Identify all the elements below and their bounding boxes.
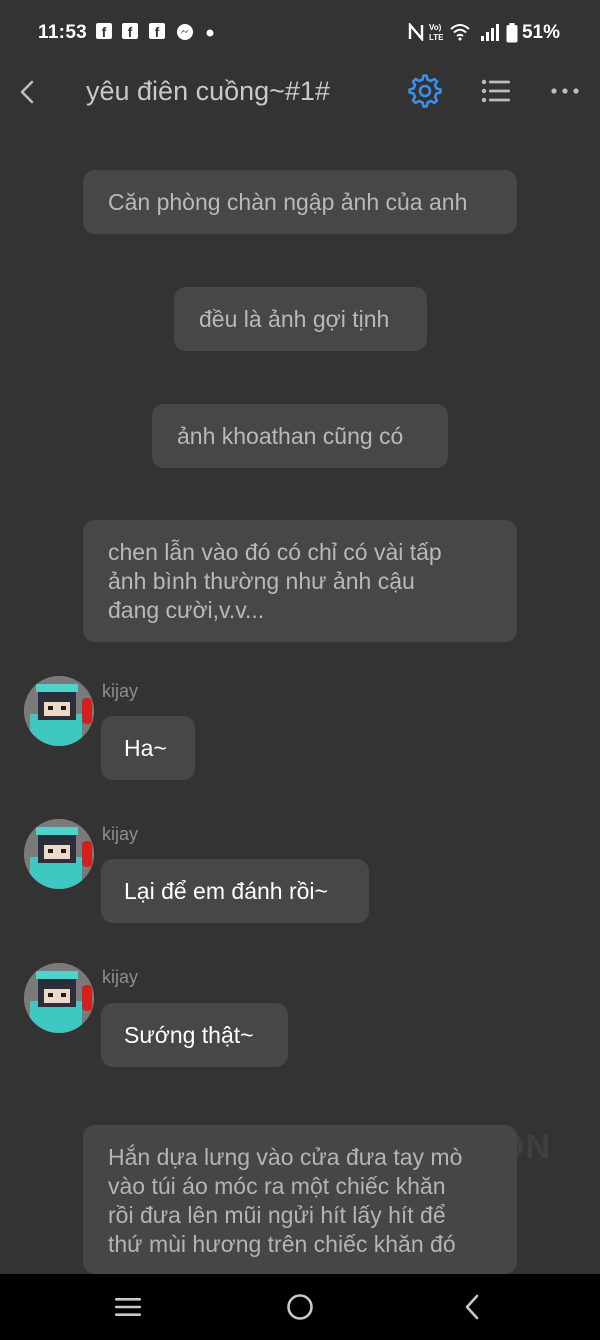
narration-text: ảnh khoathan cũng có: [177, 423, 404, 449]
home-icon[interactable]: [283, 1292, 317, 1322]
narration-line: rồi đưa lên mũi ngửi hít lấy hít để: [108, 1202, 446, 1228]
narration-line: đang cười,v.v...: [108, 597, 265, 623]
narration-bubble[interactable]: Hắn dựa lưng vào cửa đưa tay mò vào túi …: [83, 1125, 517, 1274]
facebook-icon: f: [122, 23, 138, 39]
chat-header: yêu điên cuồng~#1#: [0, 66, 600, 122]
message-text: Sướng thật~: [124, 1022, 254, 1048]
more-options-icon[interactable]: [548, 76, 582, 106]
avatar-image: [24, 819, 94, 889]
narration-line: ảnh bình thường như ảnh cậu: [108, 568, 415, 594]
facebook-icon: f: [149, 23, 165, 39]
signal-icon: [481, 24, 499, 41]
avatar[interactable]: [24, 676, 94, 746]
facebook-icon: f: [96, 23, 112, 39]
status-bar: 11:53 f f f Vo) LTE 51%: [0, 0, 600, 66]
narration-bubble[interactable]: ảnh khoathan cũng có: [152, 404, 448, 468]
battery-percent: 51%: [521, 22, 560, 43]
battery-icon: [506, 23, 518, 43]
avatar[interactable]: [24, 819, 94, 889]
message-text: Lại để em đánh rồi~: [124, 878, 328, 904]
status-time: 11:53: [38, 22, 88, 43]
gear-icon[interactable]: [408, 74, 442, 108]
sender-name: kijay: [102, 681, 139, 701]
message-bubble[interactable]: Ha~: [101, 716, 195, 780]
narration-bubble[interactable]: Căn phòng chàn ngập ảnh của anh: [83, 170, 517, 234]
recent-apps-icon[interactable]: [111, 1292, 145, 1322]
narration-text: Căn phòng chàn ngập ảnh của anh: [108, 189, 468, 215]
narration-bubble[interactable]: đều là ảnh gợi tịnh: [174, 287, 427, 351]
message-text: Ha~: [124, 735, 167, 761]
chat-title: yêu điên cuồng~#1#: [86, 76, 330, 106]
narration-line: vào túi áo móc ra một chiếc khăn: [108, 1173, 446, 1199]
svg-text:Vo): Vo): [429, 23, 442, 32]
svg-text:LTE: LTE: [429, 33, 444, 42]
message-bubble[interactable]: Lại để em đánh rồi~: [101, 859, 369, 923]
wifi-icon: [450, 24, 470, 41]
narration-line: chen lẫn vào đó có chỉ có vài tấp: [108, 539, 442, 565]
avatar[interactable]: [24, 963, 94, 1033]
avatar-image: [24, 676, 94, 746]
narration-line: thứ mùi hương trên chiếc khăn đó: [108, 1231, 456, 1257]
volte-icon: Vo) LTE: [429, 23, 444, 42]
narration-line: Hắn dựa lưng vào cửa đưa tay mò: [108, 1144, 463, 1170]
back-button[interactable]: [14, 74, 42, 110]
narration-bubble[interactable]: chen lẫn vào đó có chỉ có vài tấp ảnh bì…: [83, 520, 517, 642]
narration-text: đều là ảnh gợi tịnh: [199, 306, 390, 332]
back-icon[interactable]: [456, 1292, 490, 1322]
avatar-image: [24, 963, 94, 1033]
system-nav-bar: [0, 1274, 600, 1340]
sender-name: kijay: [102, 967, 139, 987]
list-icon[interactable]: [478, 76, 512, 106]
dot-icon: [206, 29, 214, 37]
sender-name: kijay: [102, 824, 139, 844]
nfc-icon: [408, 23, 424, 41]
message-bubble[interactable]: Sướng thật~: [101, 1003, 288, 1067]
messenger-icon: [177, 24, 193, 40]
